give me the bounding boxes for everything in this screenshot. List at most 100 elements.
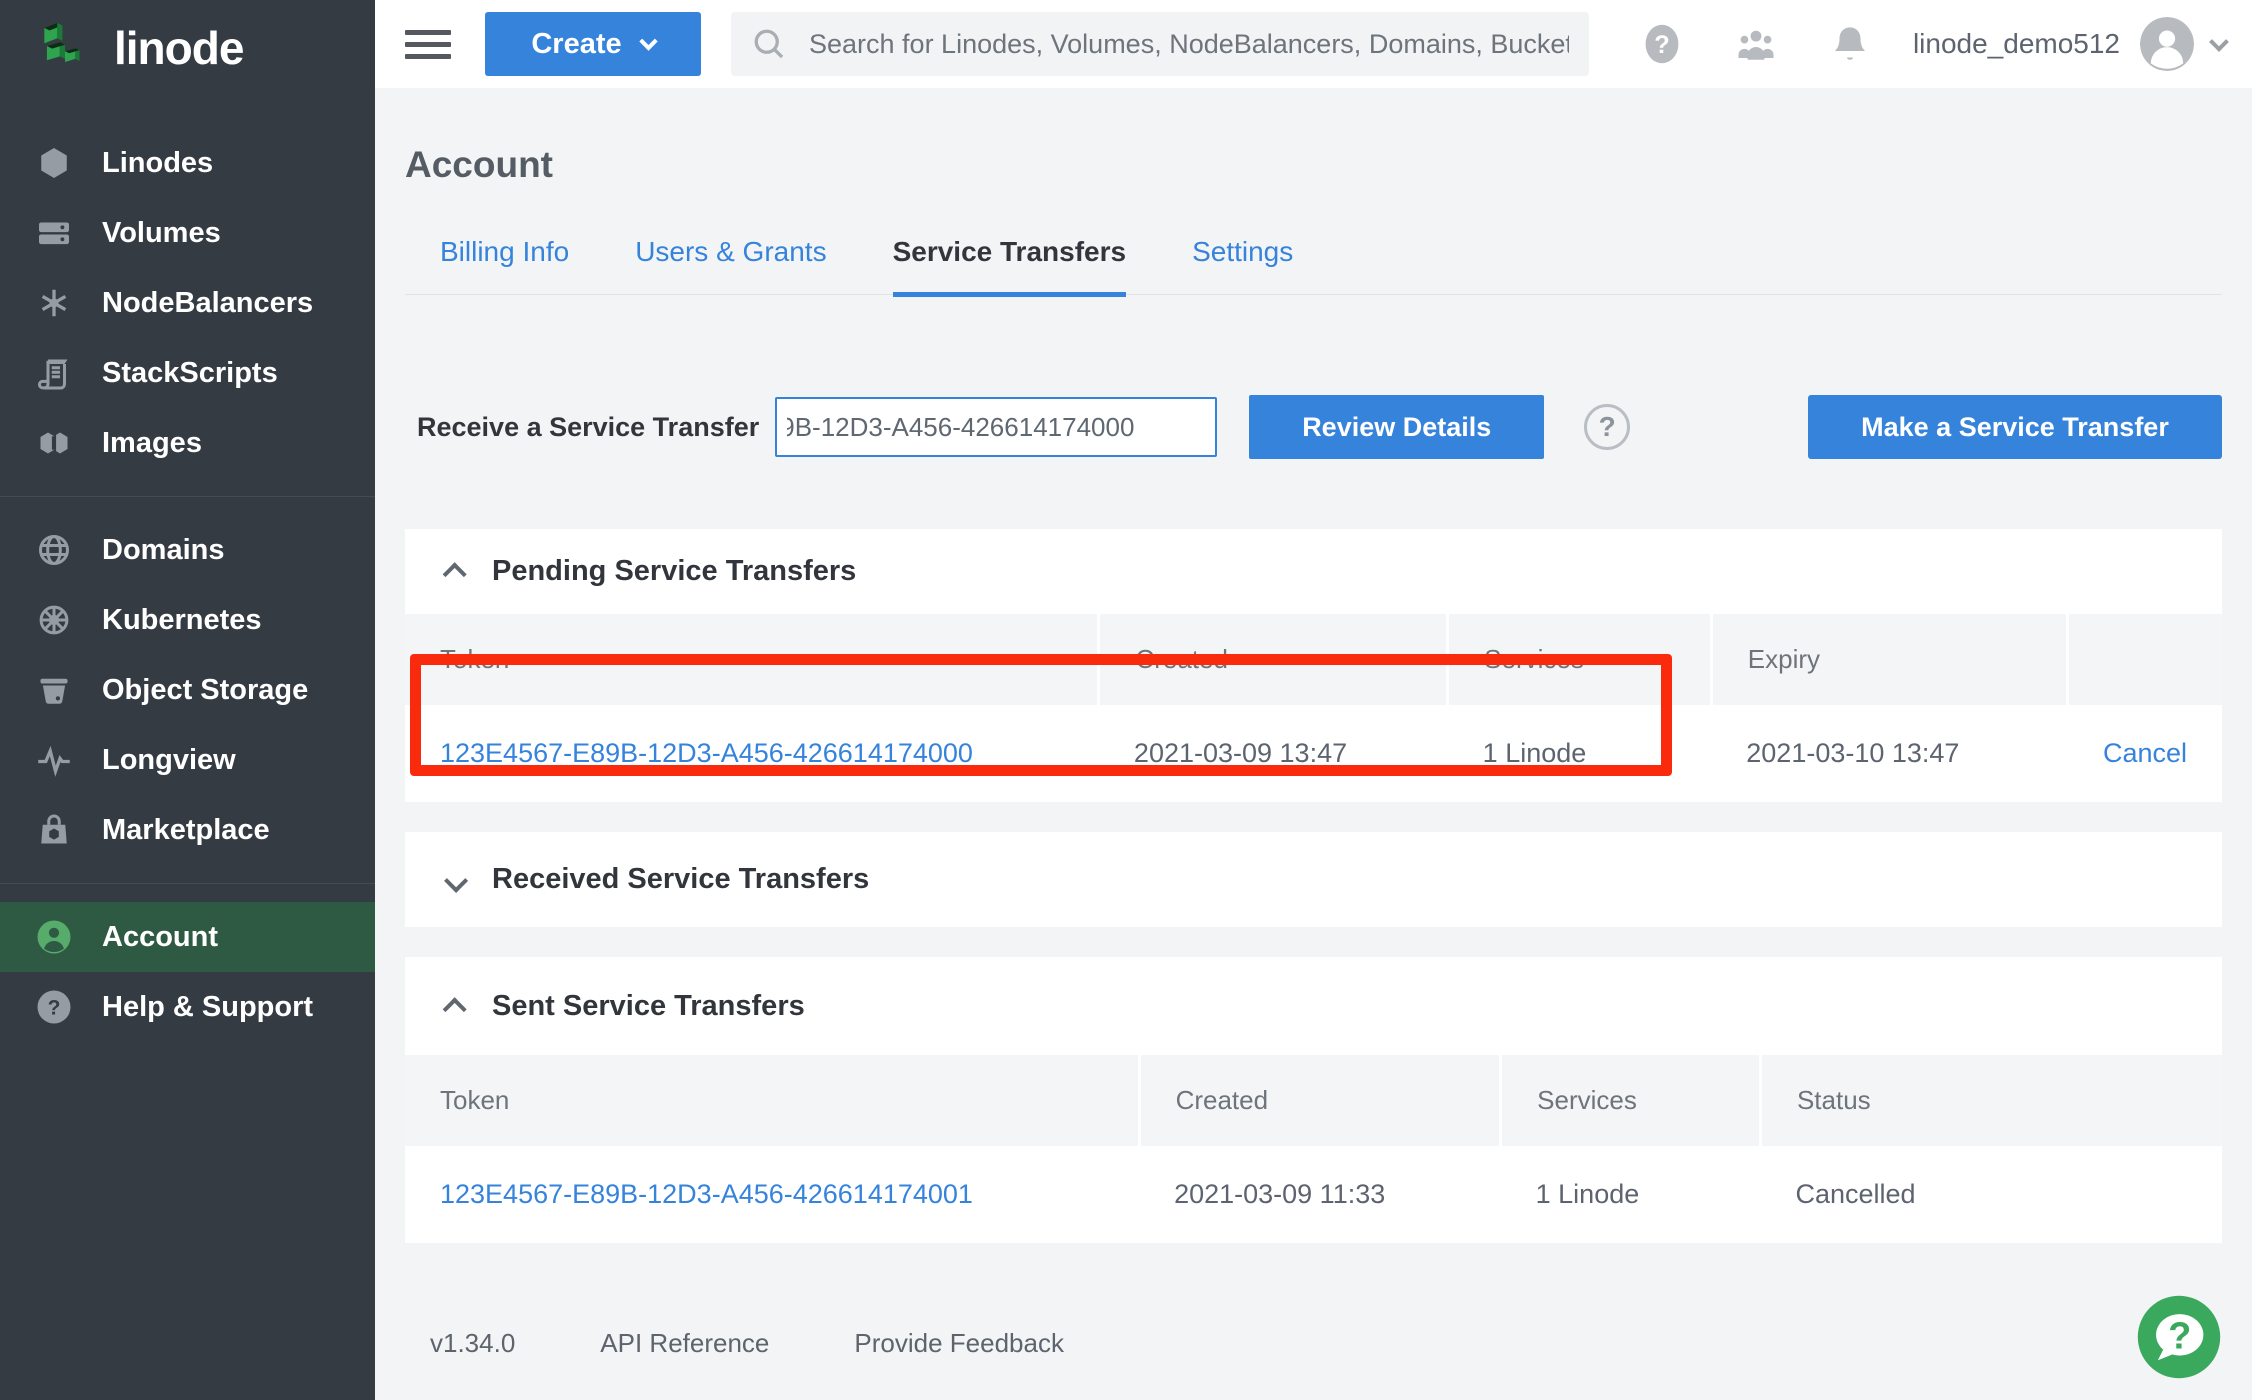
svg-text:?: ? xyxy=(2168,1314,2191,1356)
longview-icon xyxy=(34,740,74,780)
help-icon: ? xyxy=(1641,23,1683,65)
expand-chevron-down-icon[interactable] xyxy=(444,869,468,893)
search-bar[interactable] xyxy=(731,12,1589,76)
svg-text:?: ? xyxy=(48,997,61,1020)
chat-help-icon: ? xyxy=(2136,1294,2222,1380)
section-title: Sent Service Transfers xyxy=(492,990,805,1023)
sidebar-item-help-support[interactable]: ? Help & Support xyxy=(0,972,375,1042)
sidebar-item-domains[interactable]: Domains xyxy=(0,515,375,585)
tab-service-transfers[interactable]: Service Transfers xyxy=(893,236,1127,297)
account-icon xyxy=(34,917,74,957)
volumes-icon xyxy=(34,213,74,253)
table-row: 123E4567-E89B-12D3-A456-426614174001 202… xyxy=(405,1146,2222,1243)
sent-transfers-table: Token Created Services Status 123E4567-E… xyxy=(405,1055,2222,1243)
search-input[interactable] xyxy=(809,29,1569,60)
sidebar-item-label: NodeBalancers xyxy=(102,287,313,320)
pending-transfers-table: Token Created Services Expiry 123E4567-E… xyxy=(405,614,2222,802)
sidebar-item-images[interactable]: Images xyxy=(0,408,375,478)
linode-logo-icon xyxy=(34,15,96,82)
images-icon xyxy=(34,423,74,463)
community-icon xyxy=(1735,23,1777,65)
domains-icon xyxy=(34,530,74,570)
section-title: Received Service Transfers xyxy=(492,863,869,896)
sidebar-item-kubernetes[interactable]: Kubernetes xyxy=(0,585,375,655)
column-header-services: Services xyxy=(1501,1055,1761,1146)
services-cell: 1 Linode xyxy=(1501,1146,1761,1243)
status-cell: Cancelled xyxy=(1760,1146,2222,1243)
chevron-down-icon xyxy=(639,32,657,50)
bell-icon xyxy=(1829,23,1871,65)
sidebar-item-longview[interactable]: Longview xyxy=(0,725,375,795)
sidebar-item-nodebalancers[interactable]: NodeBalancers xyxy=(0,268,375,338)
question-mark-icon[interactable]: ? xyxy=(1584,404,1630,450)
token-link[interactable]: 123E4567-E89B-12D3-A456-426614174001 xyxy=(440,1179,973,1209)
sidebar-item-marketplace[interactable]: Marketplace xyxy=(0,795,375,865)
notifications-button[interactable] xyxy=(1829,23,1871,65)
received-service-transfers-card: Received Service Transfers xyxy=(405,832,2222,927)
sidebar-item-stackscripts[interactable]: StackScripts xyxy=(0,338,375,408)
pending-service-transfers-card: Pending Service Transfers Token Created … xyxy=(405,529,2222,802)
page-title: Account xyxy=(405,144,2222,186)
cancel-link[interactable]: Cancel xyxy=(2103,738,2187,768)
tab-users-grants[interactable]: Users & Grants xyxy=(635,236,826,294)
hamburger-menu-icon[interactable] xyxy=(405,23,451,66)
column-header-status: Status xyxy=(1760,1055,2222,1146)
column-header-expiry: Expiry xyxy=(1711,614,2068,705)
sidebar-item-label: Kubernetes xyxy=(102,604,262,637)
footer: v1.34.0 API Reference Provide Feedback xyxy=(405,1328,2222,1359)
created-cell: 2021-03-09 13:47 xyxy=(1099,705,1448,802)
receive-transfer-label: Receive a Service Transfer xyxy=(417,412,759,443)
review-details-button[interactable]: Review Details xyxy=(1249,395,1544,459)
table-row: 123E4567-E89B-12D3-A456-426614174000 202… xyxy=(405,705,2222,802)
tab-billing-info[interactable]: Billing Info xyxy=(440,236,569,294)
create-button[interactable]: Create xyxy=(485,12,701,76)
collapse-chevron-up-icon[interactable] xyxy=(443,997,467,1021)
svg-text:?: ? xyxy=(1654,31,1670,59)
sidebar-item-linodes[interactable]: Linodes xyxy=(0,128,375,198)
sidebar-item-label: Longview xyxy=(102,744,236,777)
linode-logo-text: linode xyxy=(114,21,243,75)
username-menu[interactable]: linode_demo512 xyxy=(1913,28,2120,60)
avatar[interactable] xyxy=(2140,17,2194,71)
tab-bar: Billing Info Users & Grants Service Tran… xyxy=(405,236,2222,295)
sidebar: linode Linodes Volumes NodeBalancers Sta… xyxy=(0,0,375,1400)
services-cell: 1 Linode xyxy=(1448,705,1712,802)
sidebar-item-volumes[interactable]: Volumes xyxy=(0,198,375,268)
create-button-label: Create xyxy=(531,28,621,61)
receive-service-transfer-row: Receive a Service Transfer Review Detail… xyxy=(405,365,2222,489)
help-circle-icon: ? xyxy=(34,987,74,1027)
expiry-cell: 2021-03-10 13:47 xyxy=(1711,705,2068,802)
sidebar-item-label: Marketplace xyxy=(102,814,270,847)
sidebar-divider xyxy=(0,883,375,884)
column-header-token: Token xyxy=(405,1055,1139,1146)
help-chat-button[interactable]: ? xyxy=(2136,1294,2222,1380)
topbar: Create ? linode_demo512 xyxy=(375,0,2252,88)
help-button[interactable]: ? xyxy=(1641,23,1683,65)
sidebar-item-label: Images xyxy=(102,427,202,460)
linodes-icon xyxy=(34,143,74,183)
token-link[interactable]: 123E4567-E89B-12D3-A456-426614174000 xyxy=(440,738,973,768)
sidebar-item-account[interactable]: Account xyxy=(0,902,375,972)
sidebar-item-label: Account xyxy=(102,921,218,954)
sidebar-item-label: Domains xyxy=(102,534,224,567)
column-header-created: Created xyxy=(1099,614,1448,705)
provide-feedback-link[interactable]: Provide Feedback xyxy=(854,1328,1064,1359)
kubernetes-icon xyxy=(34,600,74,640)
sidebar-item-object-storage[interactable]: Object Storage xyxy=(0,655,375,725)
tab-settings[interactable]: Settings xyxy=(1192,236,1293,294)
transfer-token-input[interactable] xyxy=(775,397,1217,457)
sidebar-item-label: Linodes xyxy=(102,147,213,180)
nodebalancers-icon xyxy=(34,283,74,323)
sidebar-divider xyxy=(0,496,375,497)
make-service-transfer-button[interactable]: Make a Service Transfer xyxy=(1808,395,2222,459)
collapse-chevron-up-icon[interactable] xyxy=(443,562,467,586)
main-content: Account Billing Info Users & Grants Serv… xyxy=(375,88,2252,1400)
created-cell: 2021-03-09 11:33 xyxy=(1139,1146,1501,1243)
linode-logo[interactable]: linode xyxy=(0,0,375,96)
community-button[interactable] xyxy=(1735,23,1777,65)
column-header-services: Services xyxy=(1448,614,1712,705)
object-storage-icon xyxy=(34,670,74,710)
account-menu-chevron-icon[interactable] xyxy=(2209,32,2229,52)
api-reference-link[interactable]: API Reference xyxy=(600,1328,769,1359)
sidebar-item-label: Object Storage xyxy=(102,674,308,707)
